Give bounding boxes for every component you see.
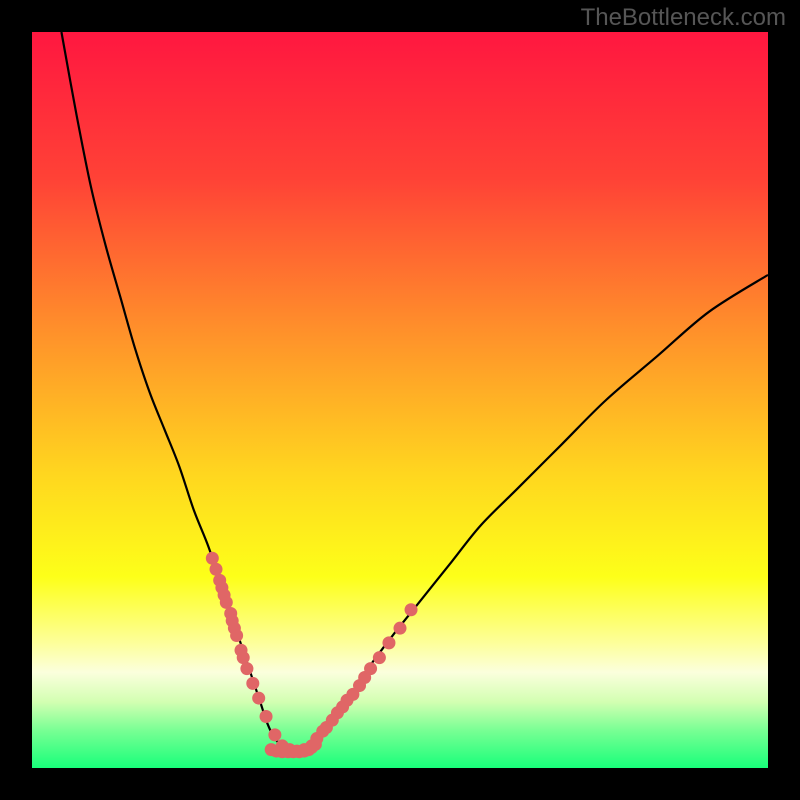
watermark-text: TheBottleneck.com bbox=[581, 4, 786, 32]
background-gradient bbox=[32, 32, 768, 768]
plot-area bbox=[32, 32, 768, 768]
chart-frame: TheBottleneck.com bbox=[0, 0, 800, 800]
